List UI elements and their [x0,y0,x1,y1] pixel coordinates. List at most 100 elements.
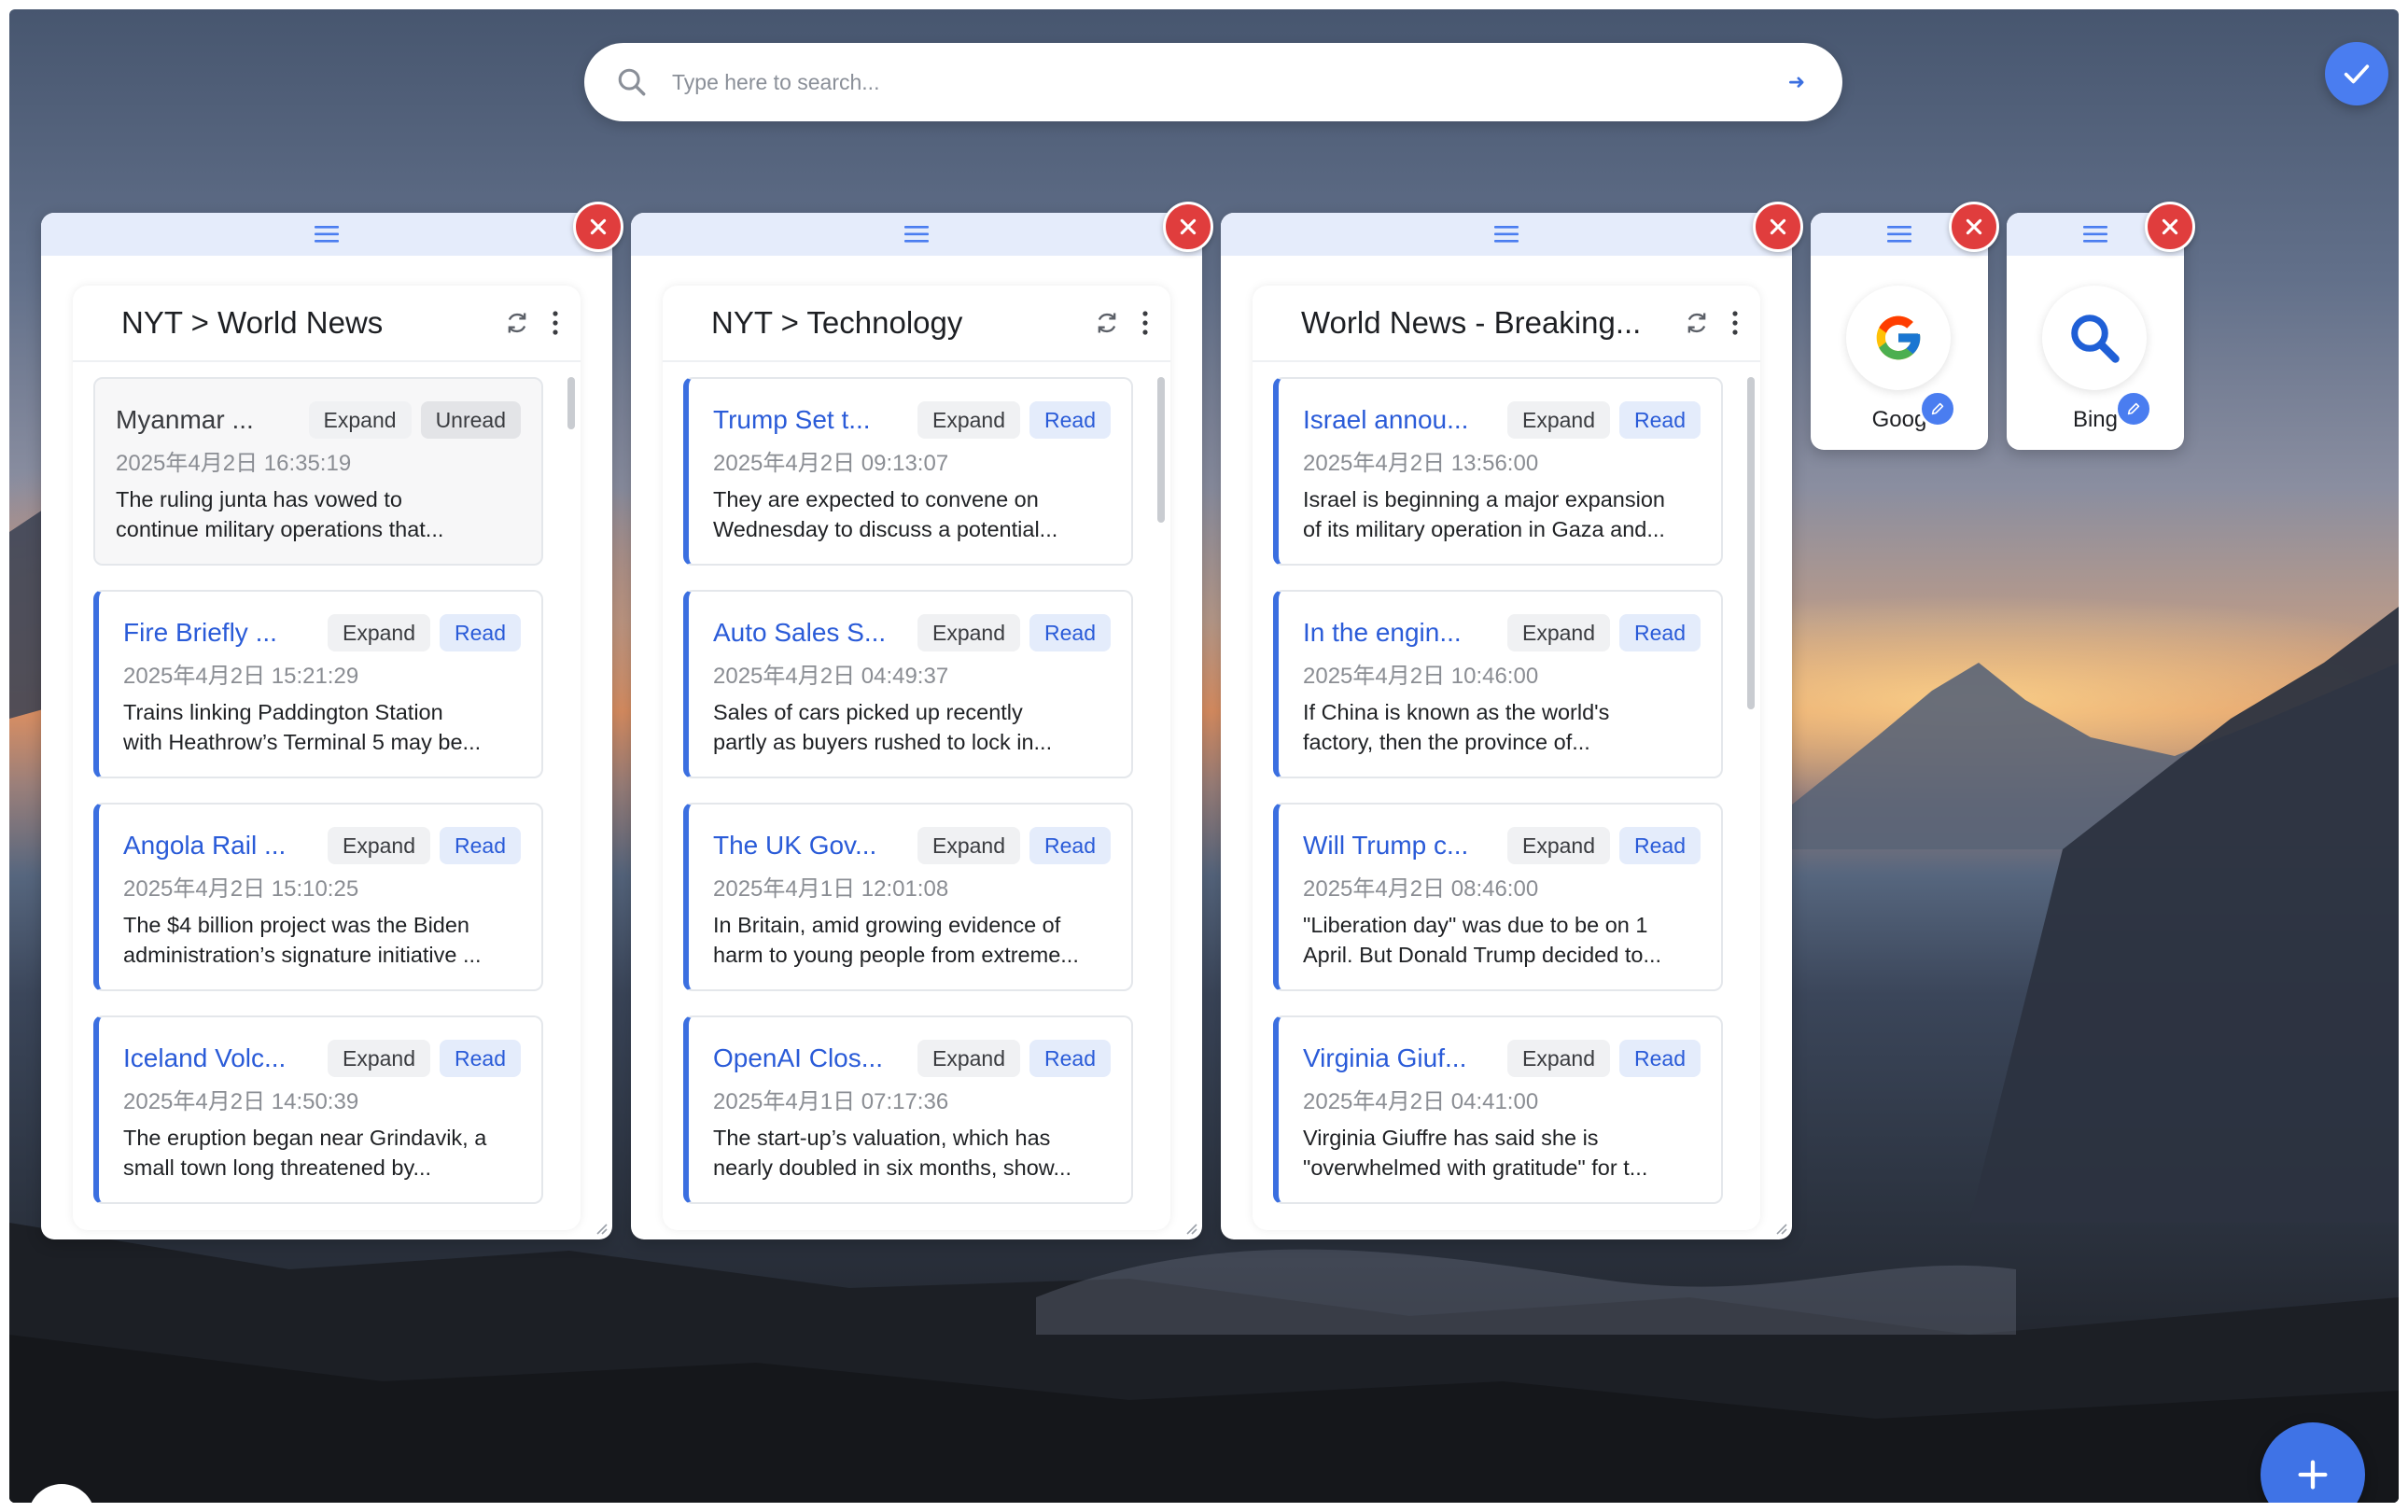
check-icon [2344,64,2370,84]
list-item[interactable]: Virginia Giuf... Expand Read 2025年4月2日 04:… [1273,1015,1723,1204]
status-badge[interactable]: Unread [420,401,521,439]
scrollbar[interactable] [1747,377,1755,709]
shortcut-widget-bing[interactable]: Bing [2007,202,2195,450]
item-title[interactable]: Trump Set t... [713,405,908,435]
more-options-icon[interactable] [551,310,560,336]
feed-card: NYT > Technology Trump Set t... Expand Rea… [663,286,1170,1230]
item-title[interactable]: Myanmar ... [116,405,300,435]
status-badge[interactable]: Read [1619,827,1701,864]
drag-handle[interactable] [631,213,1202,256]
refresh-icon[interactable] [504,310,530,336]
item-title[interactable]: Iceland Volc... [123,1043,318,1073]
item-title[interactable]: Will Trump c... [1303,831,1498,861]
list-item[interactable]: Israel annou... Expand Read 2025年4月2日 13:5… [1273,377,1723,566]
resize-handle-icon[interactable] [595,1223,609,1236]
expand-button[interactable]: Expand [917,827,1021,864]
expand-button[interactable]: Expand [328,1040,431,1077]
feed-title: NYT > World News [121,305,384,340]
close-icon [1770,218,1786,235]
item-title[interactable]: OpenAI Clos... [713,1043,908,1073]
close-widget-button[interactable] [2145,202,2195,252]
list-item[interactable]: Myanmar ... Expand Unread 2025年4月2日 16:35:… [93,377,543,566]
desc-line: administration’s signature initiative ..… [123,943,482,967]
close-icon [1966,218,1982,235]
expand-button[interactable]: Expand [1507,614,1611,651]
google-icon[interactable] [1846,286,1951,390]
status-badge[interactable]: Read [1029,614,1111,651]
item-title[interactable]: In the engin... [1303,618,1498,648]
item-title[interactable]: Angola Rail ... [123,831,318,861]
more-options-icon[interactable] [1141,310,1150,336]
item-description: The start-up’s valuation, which has nearl… [713,1123,1111,1183]
status-badge[interactable]: Read [440,614,521,651]
list-item[interactable]: The UK Gov... Expand Read 2025年4月1日 12:01:… [683,803,1133,991]
list-item[interactable]: OpenAI Clos... Expand Read 2025年4月1日 07:17… [683,1015,1133,1204]
expand-button[interactable]: Expand [1507,401,1611,439]
drag-handle[interactable] [1221,213,1792,256]
status-badge[interactable]: Read [1619,1040,1701,1077]
feed-header: World News - Breaking... [1253,286,1760,362]
arrow-right-icon[interactable]: ➜ [1788,70,1805,94]
item-title[interactable]: Virginia Giuf... [1303,1043,1498,1073]
more-options-icon[interactable] [1730,310,1740,336]
list-item[interactable]: Auto Sales S... Expand Read 2025年4月2日 04:4… [683,590,1133,778]
desc-line: partly as buyers rushed to lock in... [713,730,1053,754]
close-widget-button[interactable] [573,202,623,252]
edit-shortcut-button[interactable] [2115,390,2152,427]
pencil-icon [2127,402,2140,415]
refresh-icon[interactable] [1094,310,1120,336]
search-input[interactable] [670,68,1788,96]
shortcut-widget-google[interactable]: Goog [1811,202,1999,450]
item-date: 2025年4月2日 15:10:25 [123,876,359,902]
feed-title: World News - Breaking... [1301,305,1642,340]
feed-list[interactable]: Israel annou... Expand Read 2025年4月2日 13:5… [1253,362,1760,1230]
close-widget-button[interactable] [1949,202,1999,252]
edit-shortcut-button[interactable] [1919,390,1956,427]
status-badge[interactable]: Read [1619,401,1701,439]
item-title[interactable]: Auto Sales S... [713,618,908,648]
status-badge[interactable]: Read [1029,827,1111,864]
scrollbar[interactable] [567,377,575,429]
status-badge[interactable]: Read [1619,614,1701,651]
status-badge[interactable]: Read [440,827,521,864]
shortcut-label[interactable]: Goog [1811,407,1988,433]
status-badge[interactable]: Read [440,1040,521,1077]
expand-button[interactable]: Expand [917,401,1021,439]
expand-button[interactable]: Expand [328,827,431,864]
scrollbar[interactable] [1157,377,1165,523]
list-item[interactable]: Trump Set t... Expand Read 2025年4月2日 09:13… [683,377,1133,566]
item-description: They are expected to convene on Wednesday… [713,484,1111,544]
status-badge[interactable]: Read [1029,1040,1111,1077]
item-title[interactable]: The UK Gov... [713,831,908,861]
list-item[interactable]: Will Trump c... Expand Read 2025年4月2日 08:4… [1273,803,1723,991]
close-widget-button[interactable] [1753,202,1803,252]
refresh-icon[interactable] [1684,310,1710,336]
close-widget-button[interactable] [1163,202,1213,252]
feed-list[interactable]: Myanmar ... Expand Unread 2025年4月2日 16:35:… [73,362,581,1230]
item-title[interactable]: Israel annou... [1303,405,1498,435]
confirm-button[interactable] [2325,42,2388,105]
resize-handle-icon[interactable] [1775,1223,1788,1236]
expand-button[interactable]: Expand [1507,827,1611,864]
expand-button[interactable]: Expand [1507,1040,1611,1077]
search-bar[interactable]: ➜ [584,43,1842,121]
menu-icon [315,226,339,243]
bing-search-icon[interactable] [2042,286,2147,390]
expand-button[interactable]: Expand [917,614,1021,651]
list-item[interactable]: Iceland Volc... Expand Read 2025年4月2日 14:5… [93,1015,543,1204]
list-item[interactable]: Fire Briefly ... Expand Read 2025年4月2日 15:… [93,590,543,778]
list-item[interactable]: In the engin... Expand Read 2025年4月2日 10:4… [1273,590,1723,778]
shortcut-label[interactable]: Bing [2007,407,2184,433]
expand-button[interactable]: Expand [917,1040,1021,1077]
expand-button[interactable]: Expand [328,614,431,651]
resize-handle-icon[interactable] [1185,1223,1198,1236]
status-badge[interactable]: Read [1029,401,1111,439]
item-date: 2025年4月2日 04:49:37 [713,664,949,689]
feed-widget: NYT > Technology Trump Set t... Expand Rea… [631,202,1213,1239]
item-description: The eruption began near Grindavik, a smal… [123,1123,521,1183]
expand-button[interactable]: Expand [308,401,412,439]
item-title[interactable]: Fire Briefly ... [123,618,318,648]
drag-handle[interactable] [41,213,612,256]
list-item[interactable]: Angola Rail ... Expand Read 2025年4月2日 15:1… [93,803,543,991]
feed-list[interactable]: Trump Set t... Expand Read 2025年4月2日 09:13… [663,362,1170,1230]
